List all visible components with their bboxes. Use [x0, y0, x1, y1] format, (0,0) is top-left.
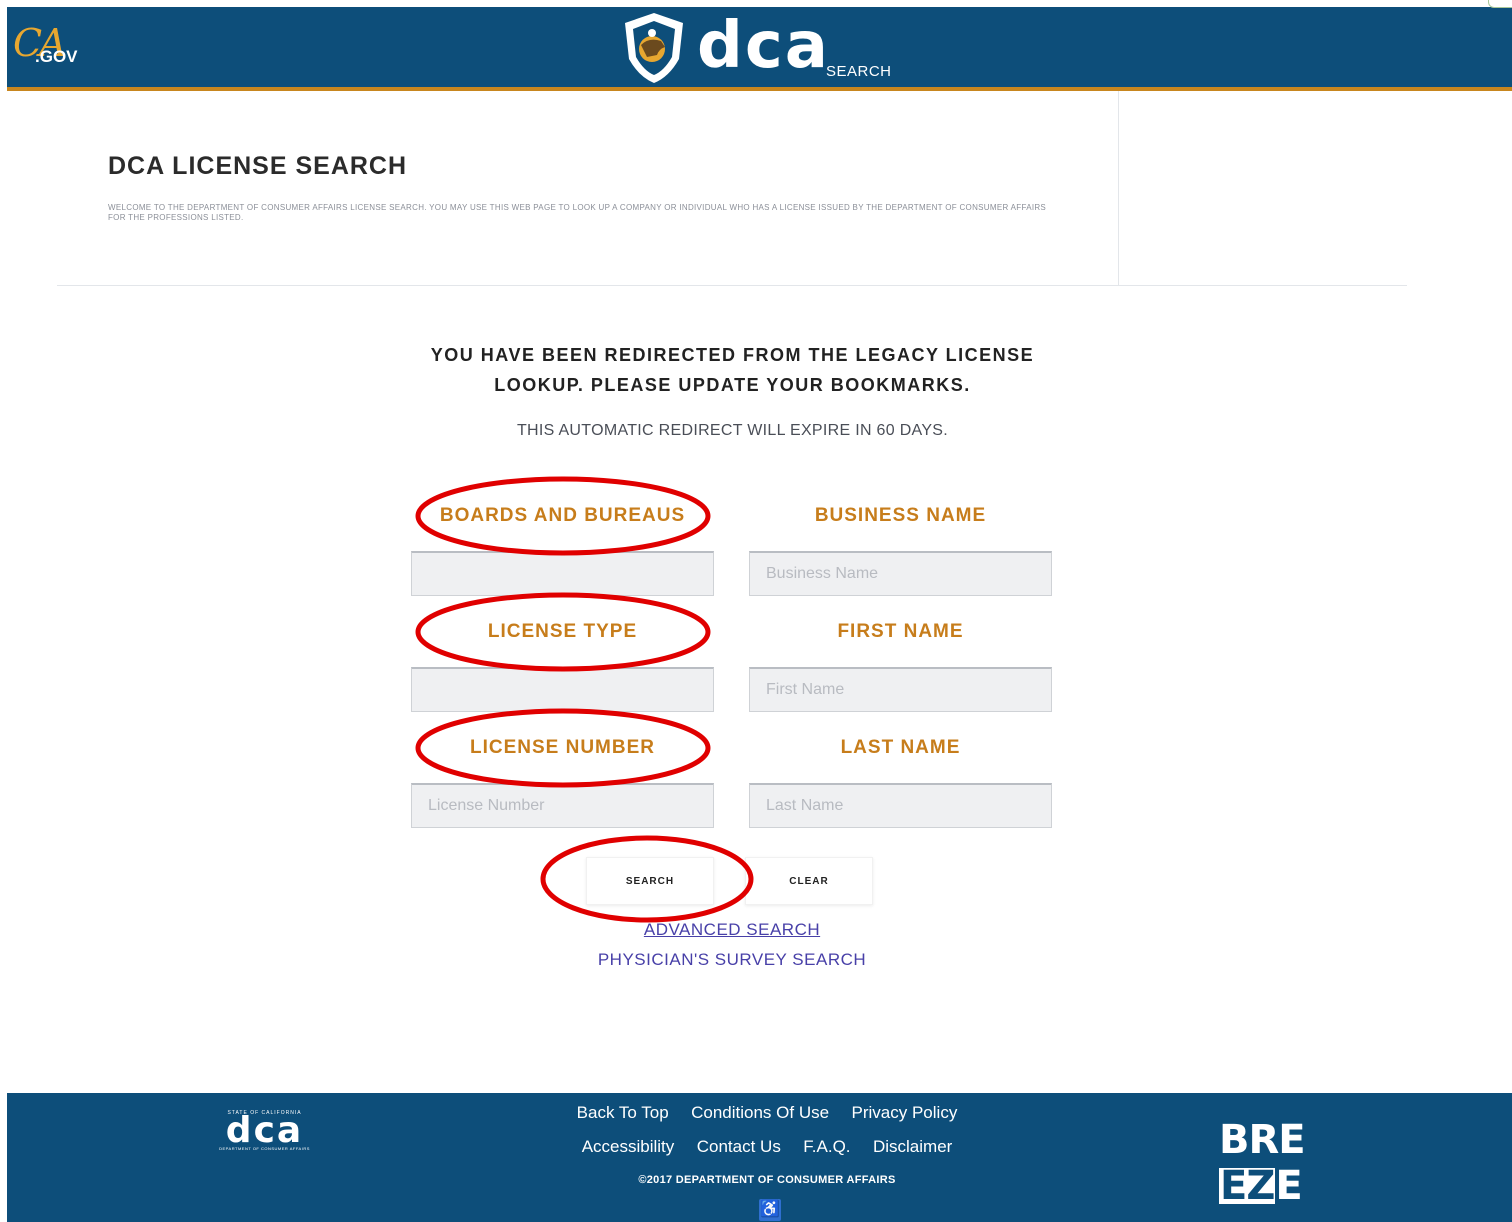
breeze-logo-post: E: [1275, 1163, 1302, 1209]
welcome-text: WELCOME TO THE DEPARTMENT OF CONSUMER AF…: [108, 203, 1047, 222]
intro-divider-horizontal: [57, 285, 1407, 286]
footer-links-row1: Back To Top Conditions Of Use Privacy Po…: [427, 1103, 1107, 1123]
contact-us-link[interactable]: Contact Us: [697, 1137, 781, 1156]
first-name-input[interactable]: [749, 667, 1052, 712]
redirect-notice-line1: YOU HAVE BEEN REDIRECTED FROM THE LEGACY…: [430, 345, 1035, 365]
breeze-logo-pre: BRE: [1219, 1117, 1306, 1163]
faq-link[interactable]: F.A.Q.: [803, 1137, 850, 1156]
search-button[interactable]: SEARCH: [586, 857, 714, 905]
back-to-top-link[interactable]: Back To Top: [577, 1103, 669, 1122]
dca-logo-letters: dca: [697, 9, 830, 83]
window-corner: [1488, 0, 1512, 8]
accessibility-link[interactable]: Accessibility: [582, 1137, 675, 1156]
redirect-notice-line2: LOOKUP. PLEASE UPDATE YOUR BOOKMARKS.: [494, 375, 971, 395]
business-name-label: BUSINESS NAME: [814, 505, 987, 526]
copyright-text: ©2017 DEPARTMENT OF CONSUMER AFFAIRS: [638, 1174, 896, 1186]
license-type-label: LICENSE TYPE: [487, 621, 638, 642]
license-type-input[interactable]: [411, 667, 714, 712]
clear-button[interactable]: CLEAR: [745, 857, 873, 905]
business-name-input[interactable]: [749, 551, 1052, 596]
last-name-input[interactable]: [749, 783, 1052, 828]
dca-logo-search-text: SEARCH: [826, 63, 892, 80]
bear-shield-icon: [625, 13, 683, 83]
cagov-logo-gov: .GOV: [35, 47, 78, 66]
breeze-logo[interactable]: BREEZE: [1219, 1117, 1359, 1209]
privacy-policy-link[interactable]: Privacy Policy: [852, 1103, 958, 1122]
page-title: DCA LICENSE SEARCH: [108, 152, 408, 180]
boards-and-bureaus-input[interactable]: [411, 551, 714, 596]
footer-dca-logo[interactable]: STATE OF CALIFORNIA dca DEPARTMENT OF CO…: [202, 1110, 327, 1158]
annotation-overlay: [415, 476, 754, 923]
breeze-logo-mid: EZ: [1219, 1163, 1275, 1209]
site-footer: STATE OF CALIFORNIA dca DEPARTMENT OF CO…: [7, 1093, 1512, 1222]
physicians-survey-search-link[interactable]: PHYSICIAN'S SURVEY SEARCH: [532, 950, 932, 970]
wheelchair-icon[interactable]: ♿: [759, 1199, 781, 1221]
redirect-expire-text: THIS AUTOMATIC REDIRECT WILL EXPIRE IN 6…: [516, 422, 949, 439]
footer-logo-dept: DEPARTMENT OF CONSUMER AFFAIRS: [219, 1146, 310, 1151]
conditions-of-use-link[interactable]: Conditions Of Use: [691, 1103, 829, 1122]
license-number-label: LICENSE NUMBER: [469, 737, 655, 758]
last-name-label: LAST NAME: [840, 737, 961, 758]
footer-logo-letters: dca: [225, 1110, 304, 1151]
footer-links-row2: Accessibility Contact Us F.A.Q. Disclaim…: [427, 1137, 1107, 1157]
boards-and-bureaus-label: BOARDS AND BUREAUS: [439, 505, 686, 526]
intro-divider-vertical: [1118, 91, 1119, 286]
disclaimer-link[interactable]: Disclaimer: [873, 1137, 952, 1156]
advanced-search-link[interactable]: ADVANCED SEARCH: [532, 920, 932, 940]
first-name-label: FIRST NAME: [837, 621, 964, 642]
redirect-notice: YOU HAVE BEEN REDIRECTED FROM THE LEGACY…: [400, 340, 1065, 400]
site-header: CA .GOV dca SEARCH: [7, 7, 1512, 91]
license-number-input[interactable]: [411, 783, 714, 828]
dca-search-logo[interactable]: dca SEARCH: [619, 11, 919, 85]
